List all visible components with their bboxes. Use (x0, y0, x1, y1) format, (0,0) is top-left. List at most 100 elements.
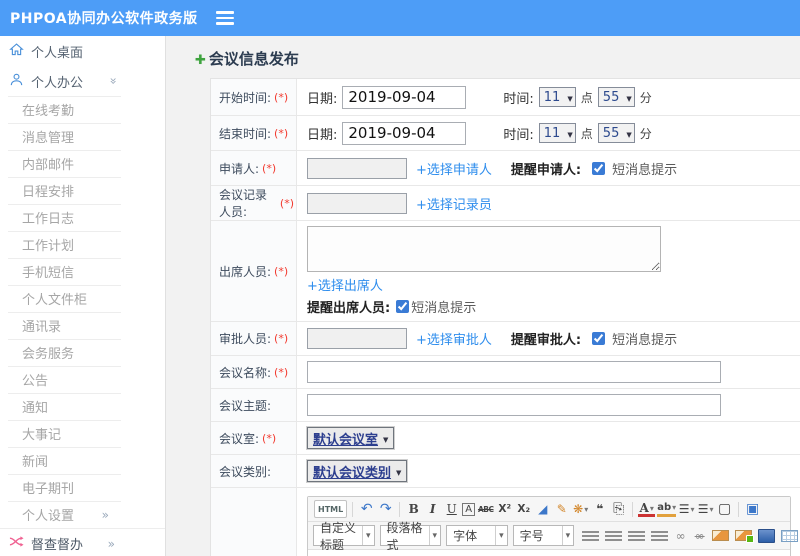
unlink-icon[interactable]: ∞ (691, 527, 708, 545)
underline-icon[interactable]: U (443, 500, 460, 518)
attendees-sms-checkbox[interactable] (396, 300, 410, 313)
italic-icon[interactable]: I (424, 500, 441, 518)
insert-image-icon[interactable] (712, 530, 730, 541)
html-source-icon[interactable]: HTML (314, 500, 348, 518)
dropdown-arrow-icon (495, 526, 507, 545)
sidebar-item-label: 工作日志 (22, 212, 75, 227)
sidebar-item-label: 个人办公 (31, 75, 84, 91)
paint-format-icon[interactable]: ❋ (572, 500, 589, 518)
choose-approver-link[interactable]: +选择审批人 (416, 329, 492, 348)
field-label: 会议名称: (219, 365, 272, 380)
align-justify-icon[interactable] (651, 530, 669, 541)
insert-media-icon[interactable] (758, 528, 776, 543)
align-right-icon[interactable] (628, 530, 646, 541)
required-mark: (*) (262, 431, 277, 445)
sidebar-item[interactable]: 通讯录 (0, 312, 165, 339)
sidebar-item[interactable]: 消息管理 (0, 123, 165, 150)
sidebar-item[interactable]: 大事记 (0, 420, 165, 447)
sidebar-item-label: 会务服务 (22, 347, 75, 362)
approver-input[interactable] (307, 328, 407, 349)
start-date-input[interactable] (342, 85, 467, 109)
sidebar-item[interactable]: 个人设置 » (0, 501, 165, 528)
applicant-input[interactable] (307, 157, 407, 179)
paste-icon[interactable]: ⎘ (610, 500, 627, 518)
required-mark: (*) (274, 365, 289, 379)
subscript-icon[interactable]: X₂ (515, 500, 532, 518)
sidebar-item[interactable]: 新闻 (0, 447, 165, 474)
paragraph-format-select[interactable]: 段落格式 (379, 521, 442, 552)
meeting-category-select[interactable]: 默认会议类别 (307, 460, 408, 482)
highlight-color-icon[interactable]: ab (657, 502, 677, 517)
superscript-icon[interactable]: X² (496, 500, 513, 518)
remind-label: 提醒审批人: (510, 333, 582, 348)
sidebar-item-label: 手机短信 (22, 266, 75, 281)
field-label: 开始时间: (219, 90, 272, 105)
unordered-list-icon[interactable]: ☰ (697, 500, 714, 518)
recorder-input[interactable] (307, 192, 407, 214)
meeting-room-select[interactable]: 默认会议室 (307, 427, 395, 449)
main-content: 会议信息发布 开始时间: (*) 日期: 时间: 11 点 55 (166, 36, 800, 556)
sidebar-item[interactable]: 个人文件柜 (0, 285, 165, 312)
sidebar-item-label: 个人文件柜 (22, 293, 88, 308)
sidebar-item[interactable]: 工作日志 (0, 204, 165, 231)
field-label: 结束时间: (219, 126, 272, 141)
approver-sms-checkbox[interactable] (592, 332, 606, 345)
attendees-textarea[interactable] (307, 226, 661, 272)
chevron-down-icon: » (106, 77, 121, 85)
align-center-icon[interactable] (605, 530, 623, 541)
font-color-icon[interactable]: A (638, 501, 656, 517)
sidebar-item-label: 督查督办 (31, 538, 84, 553)
toolbar-separator (352, 501, 354, 517)
sidebar-item[interactable]: 手机短信 (0, 258, 165, 285)
redo-icon[interactable]: ↷ (377, 500, 394, 518)
required-mark: (*) (279, 196, 294, 210)
sidebar-item-office[interactable]: 个人办公 » (0, 66, 165, 96)
sidebar-item-desktop[interactable]: 个人桌面 (0, 36, 165, 66)
link-icon[interactable]: ∞ (672, 527, 689, 545)
sidebar-item[interactable]: 工作计划 (0, 231, 165, 258)
editor-content[interactable] (308, 550, 790, 556)
sidebar-item-supervision[interactable]: 督查督办 » (0, 528, 165, 556)
sidebar-item[interactable]: 公告 (0, 366, 165, 393)
sidebar-item[interactable]: 通知 (0, 393, 165, 420)
sidebar-item-label: 内部邮件 (22, 158, 75, 173)
meeting-subject-input[interactable] (307, 394, 721, 416)
start-minute-select[interactable]: 55 (597, 87, 635, 107)
upload-image-icon[interactable] (735, 530, 755, 543)
sidebar-item-label: 通知 (22, 401, 49, 416)
end-hour-select[interactable]: 11 (538, 123, 576, 143)
end-date-input[interactable] (342, 121, 467, 145)
bold-icon[interactable]: B (405, 500, 422, 518)
strikethrough-icon[interactable]: ABC (477, 500, 494, 518)
blockquote-icon[interactable]: ❝ (591, 500, 608, 518)
end-minute-select[interactable]: 55 (597, 123, 635, 143)
fullscreen-icon[interactable]: ▣ (744, 500, 761, 518)
start-hour-select[interactable]: 11 (538, 87, 576, 107)
font-family-select[interactable]: 字体 (446, 525, 508, 546)
menu-icon[interactable] (215, 11, 234, 25)
choose-attendees-link[interactable]: +选择出席人 (307, 275, 383, 294)
applicant-sms-checkbox[interactable] (592, 161, 606, 175)
new-page-icon[interactable]: ▢ (716, 500, 733, 518)
hour-unit: 点 (580, 90, 593, 105)
sidebar-item-label: 新闻 (22, 455, 49, 470)
sidebar-item[interactable]: 会务服务 (0, 339, 165, 366)
sidebar-item[interactable]: 电子期刊 (0, 474, 165, 501)
choose-applicant-link[interactable]: +选择申请人 (416, 159, 492, 178)
clean-format-icon[interactable]: ✎ (553, 500, 570, 518)
char-border-icon[interactable]: A (462, 503, 476, 516)
sidebar-item[interactable]: 内部邮件 (0, 150, 165, 177)
sidebar-item[interactable]: 日程安排 (0, 177, 165, 204)
align-left-icon[interactable] (582, 530, 600, 541)
insert-table-icon[interactable] (781, 529, 799, 542)
sidebar-item[interactable]: 在线考勤 (0, 96, 165, 123)
required-mark: (*) (274, 264, 289, 278)
custom-title-select[interactable]: 自定义标题 (313, 521, 375, 552)
eraser-icon[interactable]: ◢ (534, 500, 551, 518)
sms-label: 短消息提示 (411, 301, 477, 316)
font-size-select[interactable]: 字号 (512, 525, 575, 546)
choose-recorder-link[interactable]: +选择记录员 (416, 194, 492, 213)
undo-icon[interactable]: ↶ (358, 500, 375, 518)
meeting-name-input[interactable] (307, 361, 721, 383)
ordered-list-icon[interactable]: ☰ (678, 500, 695, 518)
